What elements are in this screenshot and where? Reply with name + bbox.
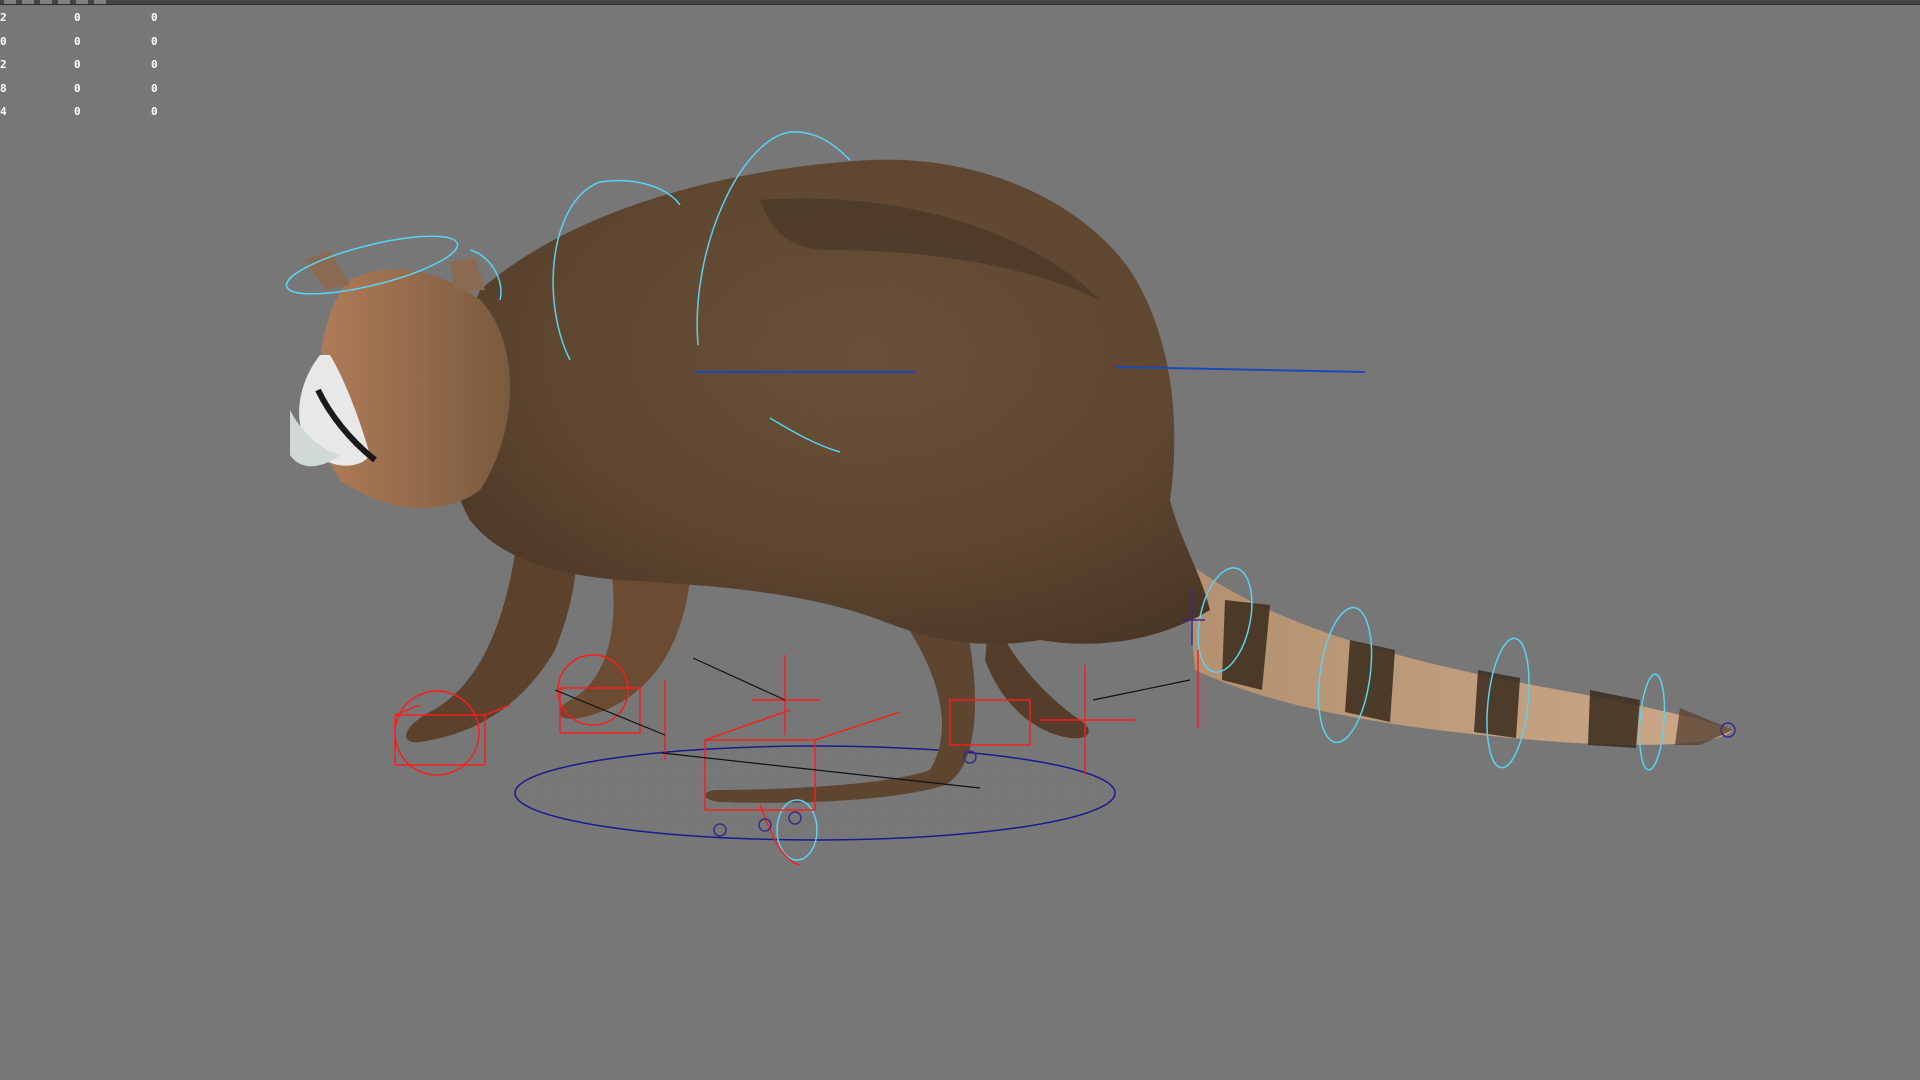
3d-viewport[interactable]: 2 0 0 0 0 0 2 0 0 8 0 0 4 0 0 — [0, 0, 1920, 1080]
raccoon-tail — [1185, 560, 1733, 748]
back-right-foot-ik[interactable] — [949, 650, 1199, 775]
scene-render — [285, 131, 1736, 866]
raccoon-body — [448, 159, 1210, 644]
raccoon-head — [290, 250, 510, 509]
